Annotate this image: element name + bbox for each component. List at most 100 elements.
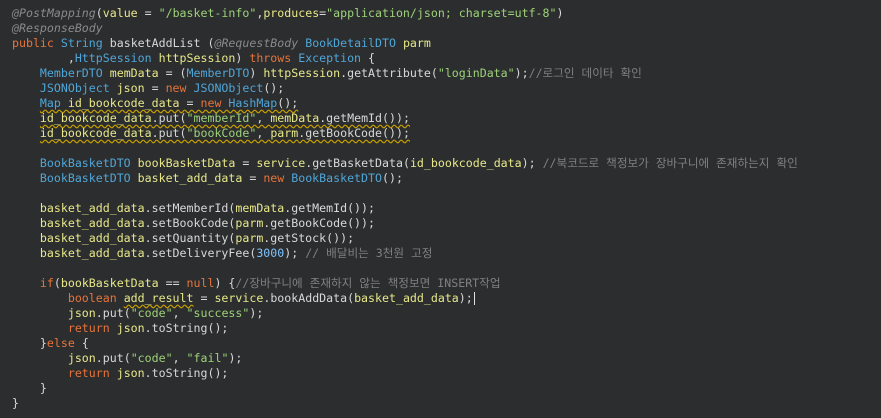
code-token: ); xyxy=(284,246,306,260)
code-line[interactable]: id_bookcode_data.put("memberId", memData… xyxy=(12,111,410,126)
code-token: MemberDTO xyxy=(186,66,250,80)
code-token: getStock xyxy=(270,231,327,245)
code-token: bookBasketData xyxy=(137,156,236,170)
code-token: ) { xyxy=(214,276,236,290)
code-line[interactable]: } xyxy=(12,381,47,396)
code-token: httpSession xyxy=(158,51,236,65)
code-line[interactable]: @ResponseBody xyxy=(12,21,103,36)
code-token: ( xyxy=(179,111,187,125)
code-line[interactable]: BookBasketDTO bookBasketData = service.g… xyxy=(12,156,798,171)
code-editor[interactable]: @PostMapping(value = "/basket-info",prod… xyxy=(0,0,881,418)
code-line[interactable]: Map id_bookcode_data = new HashMap(); xyxy=(12,96,298,111)
code-line[interactable]: if(bookBasketData == null) {//장바구니에 존재하지… xyxy=(12,276,501,291)
code-token: else xyxy=(46,336,82,350)
code-token: "code" xyxy=(130,306,173,320)
code-token: "/basket-info" xyxy=(158,6,257,20)
code-token: , xyxy=(172,351,187,365)
code-line[interactable]: @PostMapping(value = "/basket-info",prod… xyxy=(12,6,563,21)
code-token: ()); xyxy=(347,216,375,230)
code-token: json xyxy=(67,351,96,365)
code-token: ); xyxy=(514,66,529,80)
code-token: = xyxy=(137,6,159,20)
code-token: , xyxy=(172,306,187,320)
code-token: BookBasketDTO xyxy=(291,171,382,185)
text-cursor xyxy=(473,292,475,305)
code-token: put xyxy=(102,306,124,320)
code-token: basket_add_data xyxy=(39,201,145,215)
code-token: add_result xyxy=(123,291,194,305)
code-line[interactable]: JSONObject json = new JSONObject(); xyxy=(12,81,284,96)
code-token: HttpSession xyxy=(74,51,159,65)
code-token: = xyxy=(235,156,257,170)
code-line[interactable]: basket_add_data.setMemberId(memData.getM… xyxy=(12,201,375,216)
code-line[interactable]: id_bookcode_data.put("bookCode", parm.ge… xyxy=(12,126,410,141)
code-token: basket_add_data xyxy=(39,216,145,230)
code-token: ( xyxy=(402,156,410,170)
code-token: json xyxy=(67,306,96,320)
code-token: getBookCode xyxy=(305,126,382,140)
code-line[interactable]: basket_add_data.setQuantity(parm.getStoc… xyxy=(12,231,354,246)
code-token: . xyxy=(144,231,152,245)
code-token: ( xyxy=(53,276,61,290)
code-token: "code" xyxy=(130,351,173,365)
code-token: ( xyxy=(430,66,438,80)
code-line[interactable]: MemberDTO memData = (MemberDTO) httpSess… xyxy=(12,66,642,81)
code-token: = xyxy=(144,81,166,95)
code-line[interactable]: return json.toString(); xyxy=(12,366,229,381)
code-line[interactable]: json.put("code", "fail"); xyxy=(12,351,243,366)
code-token: id_bookcode_data xyxy=(39,126,152,140)
code-token: = xyxy=(242,171,264,185)
code-token: httpSession xyxy=(263,66,341,80)
code-token: (); xyxy=(381,171,403,185)
code-line[interactable]: boolean add_result = service.bookAddData… xyxy=(12,291,475,306)
code-token: @RequestBody xyxy=(214,36,306,50)
code-token: ()); xyxy=(382,126,410,140)
code-token: put xyxy=(158,111,180,125)
code-line[interactable]: basket_add_data.setDeliveryFee(3000); //… xyxy=(12,246,433,261)
code-token: id_bookcode_data xyxy=(39,111,152,125)
code-token: . xyxy=(151,111,159,125)
code-line[interactable]: } xyxy=(12,396,19,411)
code-token: service xyxy=(214,291,264,305)
code-token: throws xyxy=(249,51,299,65)
code-token: MemberDTO xyxy=(39,66,110,80)
code-line[interactable]: ,HttpSession httpSession) throws Excepti… xyxy=(12,51,375,66)
code-line[interactable]: basket_add_data.setBookCode(parm.getBook… xyxy=(12,216,375,231)
code-token: id_bookcode_data xyxy=(67,96,180,110)
code-line[interactable]: }else { xyxy=(12,336,89,351)
code-token: @PostMapping xyxy=(12,6,96,20)
code-token: , xyxy=(256,111,271,125)
code-token: ()); xyxy=(382,111,410,125)
code-token: . xyxy=(95,351,103,365)
code-token: { xyxy=(368,51,376,65)
code-token: (); xyxy=(207,366,229,380)
code-token: toString xyxy=(151,321,208,335)
code-line[interactable]: return json.toString(); xyxy=(12,321,229,336)
code-token: ); xyxy=(458,291,473,305)
code-token: // 배달비는 3천원 고정 xyxy=(305,246,433,260)
code-token: "fail" xyxy=(186,351,229,365)
code-token: boolean xyxy=(67,291,124,305)
code-token: } xyxy=(12,396,19,410)
code-token: Map xyxy=(39,96,68,110)
code-token: json xyxy=(116,366,145,380)
code-line[interactable]: json.put("code", "success"); xyxy=(12,306,264,321)
code-line[interactable]: BookBasketDTO basket_add_data = new Book… xyxy=(12,171,403,186)
code-token: parm xyxy=(235,231,264,245)
code-token: HashMap xyxy=(228,96,278,110)
code-token: return xyxy=(67,321,117,335)
code-token: JSONObject xyxy=(193,81,264,95)
code-token: } xyxy=(12,336,47,350)
code-line[interactable]: public String basketAddList (@RequestBod… xyxy=(12,36,431,51)
code-token: "bookCode" xyxy=(186,126,257,140)
code-token: getBookCode xyxy=(270,216,348,230)
